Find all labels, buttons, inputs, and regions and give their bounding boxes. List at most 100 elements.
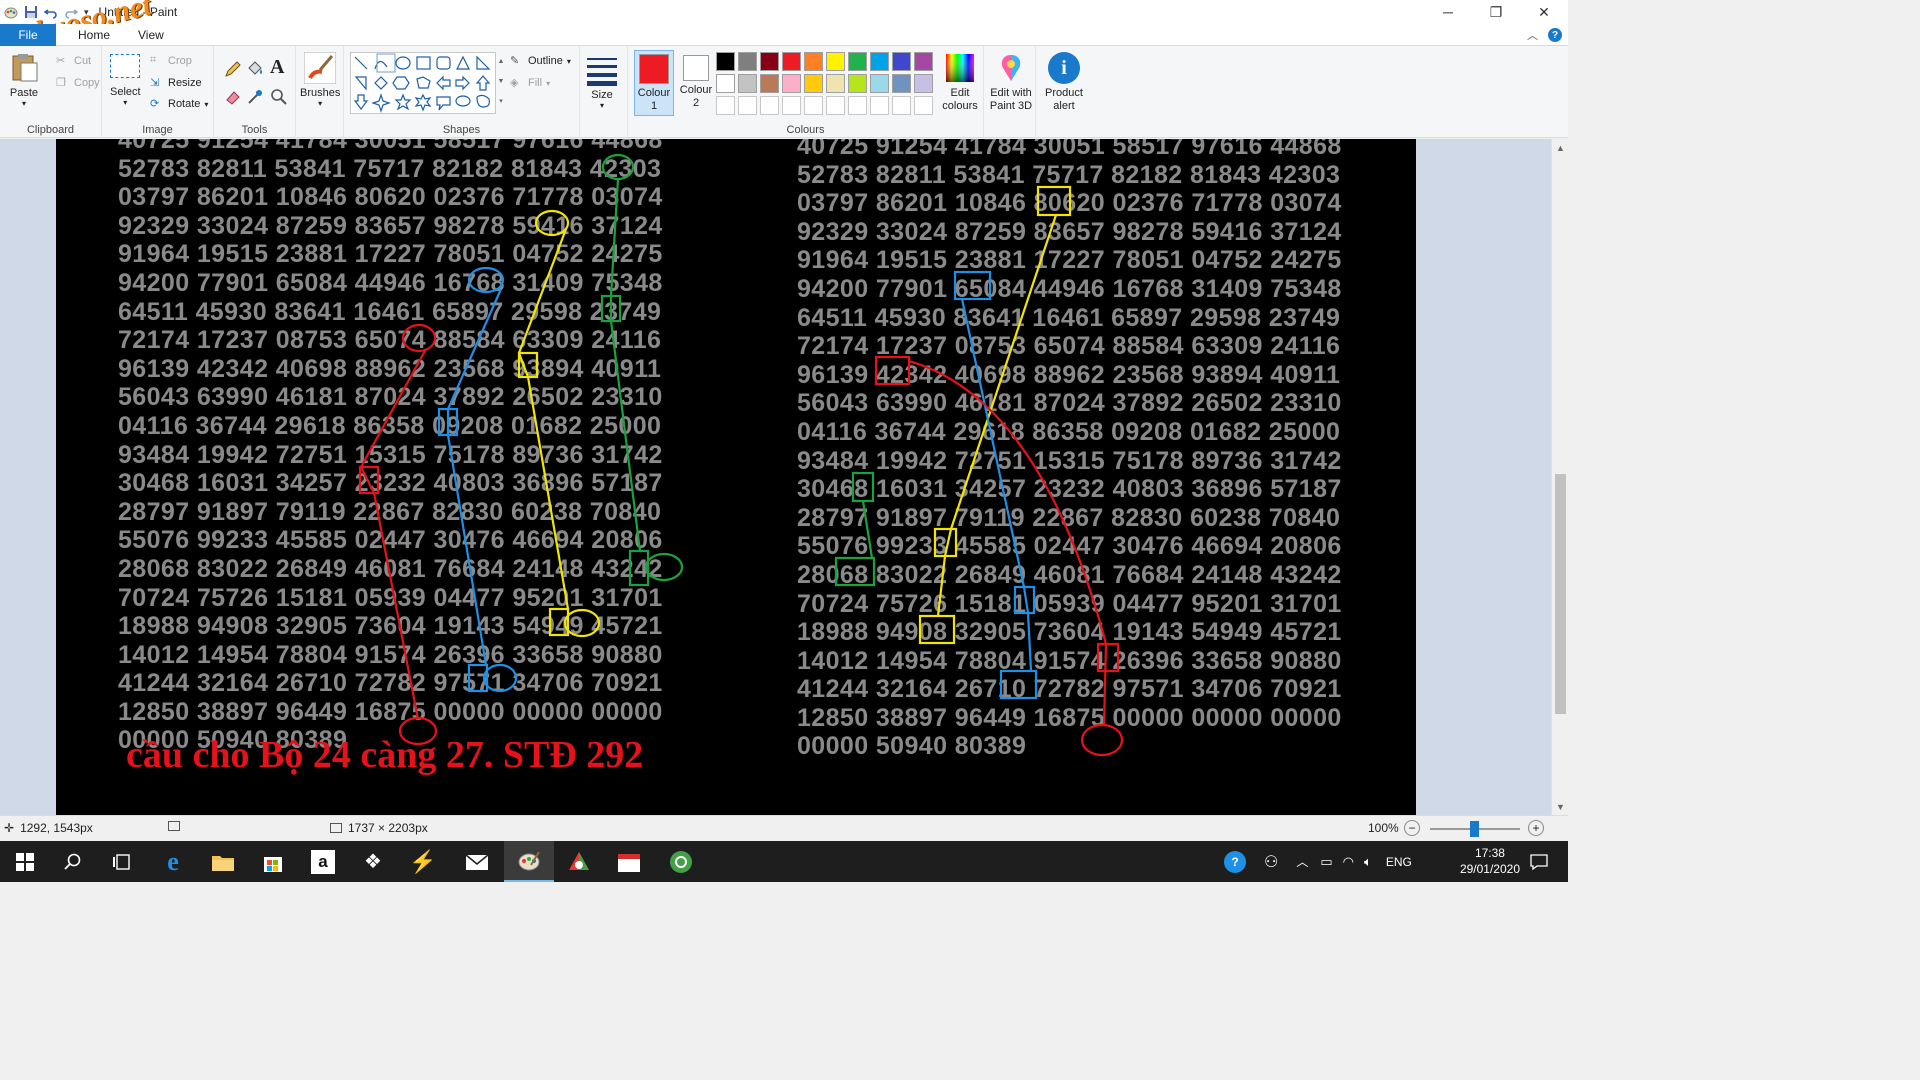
cut-button[interactable]: ✂ Cut (56, 54, 91, 68)
palette-swatch[interactable] (826, 74, 845, 93)
paste-button[interactable]: Paste ▾ (8, 52, 40, 108)
palette-swatch[interactable] (914, 52, 933, 71)
palette-swatch[interactable] (716, 52, 735, 71)
file-explorer-button[interactable] (198, 841, 248, 882)
palette-swatch[interactable] (760, 74, 779, 93)
zoom-slider-thumb[interactable] (1470, 821, 1479, 837)
minimize-button[interactable]: ─ (1424, 0, 1472, 24)
info-icon: i (1048, 52, 1080, 84)
palette-swatch-empty[interactable] (804, 96, 823, 115)
app-button-colorful[interactable] (554, 841, 604, 882)
dropbox-button[interactable]: ❖ (348, 841, 398, 882)
wifi-icon[interactable]: ◠ (1343, 854, 1354, 870)
close-button[interactable]: ✕ (1520, 0, 1568, 24)
copy-button[interactable]: ❐ Copy (56, 76, 100, 90)
size-button[interactable]: Size ▾ (586, 54, 618, 110)
colour1-button[interactable]: Colour 1 (634, 50, 674, 116)
red-annotation-right (874, 355, 1124, 757)
yellow-box-5 (918, 614, 956, 645)
palette-swatch[interactable] (782, 52, 801, 71)
brushes-button[interactable]: Brushes ▾ (300, 52, 340, 108)
color-picker-icon[interactable] (246, 88, 264, 106)
maximize-button[interactable]: ❐ (1472, 0, 1520, 24)
palette-swatch[interactable] (826, 52, 845, 71)
image-group: Select ▾ ⌗ Crop ⇲ Resize ⟳ Rotate ▾ Image (102, 46, 214, 138)
palette-swatch[interactable] (870, 74, 889, 93)
crop-button[interactable]: ⌗ Crop (150, 54, 192, 68)
palette-swatch[interactable] (804, 52, 823, 71)
outline-button[interactable]: ✎ Outline ▾ (510, 54, 571, 68)
edge-icon: e (167, 846, 179, 876)
resize-button[interactable]: ⇲ Resize (150, 76, 202, 90)
palette-swatch[interactable] (870, 52, 889, 71)
chevron-up-icon[interactable]: ︿ (1296, 853, 1308, 870)
palette-swatch-empty[interactable] (892, 96, 911, 115)
help-icon[interactable]: ? (1548, 28, 1562, 42)
people-icon[interactable]: ⚇ (1264, 852, 1278, 872)
palette-swatch-empty[interactable] (760, 96, 779, 115)
battery-icon[interactable]: ▭ (1320, 854, 1332, 870)
palette-swatch[interactable] (892, 74, 911, 93)
edge-taskbar-button[interactable]: e (148, 841, 198, 882)
shapes-scroll[interactable]: ▲ ▼ ▾ (496, 52, 506, 114)
mail-button[interactable] (452, 841, 502, 882)
store-button[interactable] (248, 841, 298, 882)
tab-view[interactable]: View (124, 28, 178, 42)
palette-swatch[interactable] (848, 52, 867, 71)
fill-bucket-icon[interactable] (246, 60, 264, 78)
palette-swatch[interactable] (892, 52, 911, 71)
palette-swatch[interactable] (738, 74, 757, 93)
language-indicator[interactable]: ENG (1386, 855, 1412, 869)
palette-swatch-empty[interactable] (826, 96, 845, 115)
edit-with-paint3d-button[interactable]: Edit with Paint 3D (988, 52, 1034, 113)
search-button[interactable] (48, 841, 98, 882)
paint-taskbar-button[interactable] (504, 841, 554, 882)
app-button-calendar[interactable] (604, 841, 654, 882)
amazon-button[interactable]: a (298, 841, 348, 882)
rotate-button[interactable]: ⟳ Rotate ▾ (150, 97, 208, 111)
palette-swatch-empty[interactable] (716, 96, 735, 115)
tab-home[interactable]: Home (64, 28, 124, 42)
clock[interactable]: 17:38 29/01/2020 (1460, 845, 1520, 877)
notification-button[interactable] (1514, 841, 1564, 882)
palette-swatch[interactable] (804, 74, 823, 93)
edit-colours-button[interactable]: Edit colours (938, 52, 982, 113)
tab-file[interactable]: File (0, 23, 56, 46)
scroll-down-icon[interactable]: ▼ (1552, 798, 1569, 815)
palette-swatch[interactable] (738, 52, 757, 71)
text-icon[interactable]: A (270, 56, 284, 79)
colour2-button[interactable]: Colour 2 (676, 50, 716, 116)
palette-swatch[interactable] (760, 52, 779, 71)
volume-icon[interactable]: 🔈︎ (1364, 854, 1372, 870)
eraser-icon[interactable] (224, 88, 242, 106)
image-canvas[interactable]: 40725 91254 41784 30051 58517 97616 4486… (56, 139, 1416, 815)
collapse-ribbon-icon[interactable]: ︿ (1527, 27, 1538, 43)
start-button[interactable] (0, 841, 50, 882)
palette-swatch-empty[interactable] (848, 96, 867, 115)
palette-swatch[interactable] (782, 74, 801, 93)
palette-swatch-empty[interactable] (738, 96, 757, 115)
palette-swatch-empty[interactable] (782, 96, 801, 115)
vertical-scrollbar[interactable]: ▲ ▼ (1551, 139, 1568, 815)
app-button-green[interactable] (656, 841, 706, 882)
zoom-in-icon[interactable]: + (1528, 820, 1544, 836)
scroll-up-icon[interactable]: ▲ (1552, 139, 1569, 156)
scroll-thumb[interactable] (1555, 474, 1566, 714)
fill-button[interactable]: ◈ Fill ▾ (510, 76, 550, 90)
product-alert-button[interactable]: i Product alert (1040, 52, 1088, 113)
pencil-icon[interactable] (224, 60, 242, 78)
palette-swatch[interactable] (716, 74, 735, 93)
colour-palette (716, 52, 940, 118)
palette-swatch[interactable] (914, 74, 933, 93)
palette-swatch[interactable] (848, 74, 867, 93)
palette-swatch-empty[interactable] (870, 96, 889, 115)
magnifier-icon[interactable] (270, 88, 288, 106)
fill-icon: ◈ (510, 77, 519, 89)
zoom-out-icon[interactable]: − (1404, 820, 1420, 836)
select-button[interactable]: Select ▾ (110, 54, 141, 107)
task-view-button[interactable] (98, 841, 148, 882)
help-tray-icon[interactable]: ? (1224, 850, 1246, 873)
palette-swatch-empty[interactable] (914, 96, 933, 115)
app-button-lightning[interactable]: ⚡ (398, 841, 448, 882)
shapes-gallery[interactable] (350, 52, 496, 114)
